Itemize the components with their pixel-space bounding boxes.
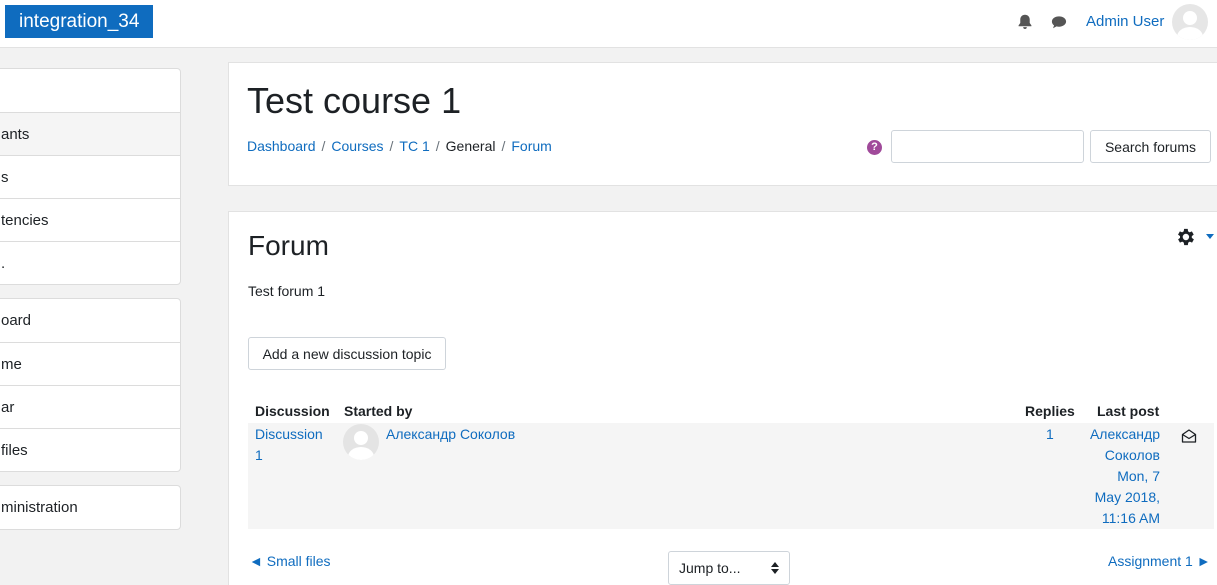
- user-avatar[interactable]: [1172, 4, 1208, 40]
- nav-group-course: ants s tencies .: [0, 68, 181, 285]
- breadcrumb-separator: /: [389, 138, 394, 154]
- replies-count-link[interactable]: 1: [1046, 424, 1054, 445]
- nav-item-badges[interactable]: s: [0, 155, 180, 198]
- nav-item-dashboard[interactable]: oard: [0, 299, 180, 342]
- breadcrumb: Dashboard / Courses / TC 1 / General / Forum: [247, 138, 552, 154]
- column-header-discussion[interactable]: Discussion: [255, 403, 330, 419]
- default-user-icon: [1177, 11, 1203, 40]
- previous-activity-link[interactable]: ◄ Small files: [249, 553, 331, 569]
- forum-title: Forum: [248, 230, 329, 261]
- search-forums-button[interactable]: Search forums: [1090, 130, 1211, 163]
- forum-intro: Test forum 1: [248, 283, 326, 299]
- nav-item-competencies[interactable]: tencies: [0, 198, 180, 241]
- envelope-open-icon[interactable]: [1181, 428, 1197, 444]
- nav-item-course-header[interactable]: [0, 69, 180, 112]
- gear-icon[interactable]: [1174, 226, 1196, 248]
- started-by-link[interactable]: Александр Соколов: [386, 424, 515, 445]
- nav-drawer: ants s tencies . oard me ar files minist…: [0, 48, 201, 585]
- user-menu-name[interactable]: Admin User: [1086, 13, 1164, 30]
- last-post-link[interactable]: Александр Соколов Mon, 7 May 2018, 11:16…: [1080, 424, 1160, 529]
- site-name[interactable]: integration_34: [5, 5, 154, 38]
- breadcrumb-course[interactable]: TC 1: [399, 138, 429, 154]
- discussion-link[interactable]: Discussion 1: [255, 424, 323, 466]
- nav-group-site: oard me ar files: [0, 298, 181, 472]
- breadcrumb-section: General: [445, 138, 496, 154]
- nav-item-site-home[interactable]: me: [0, 342, 180, 385]
- breadcrumb-forum[interactable]: Forum: [511, 138, 551, 154]
- column-header-last-post[interactable]: Last post: [1097, 403, 1159, 419]
- nav-group-admin: ministration: [0, 485, 181, 530]
- help-icon[interactable]: ?: [867, 140, 882, 155]
- nav-item-participants[interactable]: ants: [0, 112, 180, 155]
- jump-to-select[interactable]: Jump to...: [668, 551, 790, 585]
- bell-icon[interactable]: [1016, 13, 1034, 31]
- select-arrows-icon: [771, 562, 779, 574]
- nav-item-private-files[interactable]: files: [0, 428, 180, 471]
- page-title: Test course 1: [247, 80, 462, 121]
- search-forums-input[interactable]: [891, 130, 1084, 163]
- nav-item-grades[interactable]: .: [0, 241, 180, 284]
- default-user-icon: [348, 431, 374, 460]
- breadcrumb-courses[interactable]: Courses: [331, 138, 383, 154]
- add-discussion-button[interactable]: Add a new discussion topic: [248, 337, 446, 370]
- breadcrumb-separator: /: [321, 138, 326, 154]
- chevron-down-icon[interactable]: [1206, 234, 1214, 239]
- nav-item-site-administration[interactable]: ministration: [0, 486, 180, 529]
- breadcrumb-separator: /: [501, 138, 506, 154]
- chat-icon[interactable]: [1050, 13, 1068, 31]
- column-header-replies[interactable]: Replies: [1025, 403, 1075, 419]
- next-activity-link[interactable]: Assignment 1 ►: [1108, 553, 1211, 569]
- breadcrumb-separator: /: [435, 138, 440, 154]
- column-header-started-by[interactable]: Started by: [344, 403, 412, 419]
- top-navbar: integration_34 Admin User: [0, 0, 1217, 48]
- nav-item-calendar[interactable]: ar: [0, 385, 180, 428]
- breadcrumb-dashboard[interactable]: Dashboard: [247, 138, 316, 154]
- avatar[interactable]: [343, 424, 379, 460]
